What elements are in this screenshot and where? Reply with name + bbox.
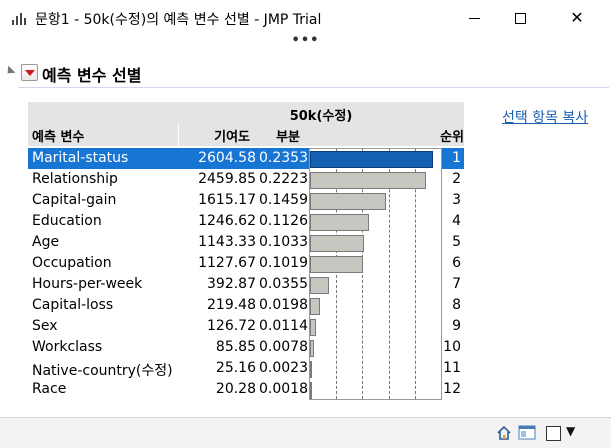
cell-predictor: Marital-status: [32, 150, 129, 166]
cell-predictor: Occupation: [32, 255, 112, 271]
cell-contribution: 1615.17: [198, 192, 256, 208]
cell-predictor: Race: [32, 381, 67, 397]
portion-bar: [310, 193, 386, 210]
cell-portion: 0.2223: [259, 171, 308, 187]
report-area: 예측 변수 선별 선택 항목 복사 50k(수정) 예측 변수 기여도 부분 순…: [0, 51, 611, 417]
minimize-icon: [468, 17, 480, 19]
copy-selected-link[interactable]: 선택 항목 복사: [502, 107, 588, 127]
portion-bar: [310, 298, 320, 315]
cell-contribution: 2459.85: [198, 171, 256, 187]
red-triangle-menu-icon[interactable]: [21, 64, 38, 81]
cell-portion: 0.0114: [259, 318, 308, 334]
portion-bar: [310, 214, 369, 231]
maximize-button[interactable]: [497, 0, 543, 36]
cell-contribution: 392.87: [207, 276, 256, 292]
toolbar-toggle-dots[interactable]: •••: [0, 34, 611, 50]
response-header: 50k(수정): [289, 109, 353, 124]
column-header-rank[interactable]: 순위: [438, 126, 464, 145]
cell-contribution: 219.48: [207, 297, 256, 313]
status-bar: ▼: [0, 417, 611, 448]
portion-bar: [310, 256, 363, 273]
portion-bar: [310, 172, 426, 189]
portion-bar: [310, 340, 314, 357]
cell-predictor: Workclass: [32, 339, 103, 355]
cell-contribution: 85.85: [215, 339, 256, 355]
cell-contribution: 25.16: [215, 360, 256, 376]
column-header-portion[interactable]: 부분: [258, 126, 308, 145]
window-state-checkbox[interactable]: [546, 426, 561, 441]
maximize-icon: [514, 12, 526, 24]
minimize-button[interactable]: [451, 0, 497, 36]
cell-portion: 0.0198: [259, 297, 308, 313]
cell-predictor: Sex: [32, 318, 58, 334]
portion-bar-chart: [309, 148, 442, 400]
cell-contribution: 1246.62: [198, 213, 256, 229]
cell-portion: 0.2353: [259, 150, 308, 166]
portion-bar: [310, 277, 329, 294]
home-icon[interactable]: [496, 425, 512, 441]
cell-portion: 0.1459: [259, 192, 308, 208]
title-bar: 문항1 - 50k(수정)의 예측 변수 선별 - JMP Trial ✕: [0, 0, 611, 36]
jmp-app-icon: [11, 11, 27, 25]
column-header-predictor[interactable]: 예측 변수: [32, 126, 84, 145]
cell-contribution: 2604.58: [198, 150, 256, 166]
portion-bar: [310, 151, 433, 168]
close-icon: ✕: [570, 8, 584, 27]
portion-bar: [310, 361, 312, 378]
close-button[interactable]: ✕: [554, 0, 600, 36]
cell-portion: 0.1126: [259, 213, 308, 229]
cell-portion: 0.1019: [259, 255, 308, 271]
outline-title: 예측 변수 선별: [42, 66, 142, 85]
cell-contribution: 126.72: [207, 318, 256, 334]
portion-bar: [310, 382, 312, 399]
cell-predictor: Native-country(수정): [32, 363, 173, 379]
outline-divider: [18, 87, 609, 88]
cell-predictor: Hours-per-week: [32, 276, 143, 292]
cell-predictor: Education: [32, 213, 102, 229]
dropdown-arrow-icon[interactable]: ▼: [566, 424, 575, 438]
disclosure-triangle-icon[interactable]: [4, 65, 16, 77]
cell-contribution: 1143.33: [198, 234, 256, 250]
cell-predictor: Relationship: [32, 171, 118, 187]
portion-bar: [310, 319, 316, 336]
cell-contribution: 1127.67: [198, 255, 256, 271]
cell-portion: 0.1033: [259, 234, 308, 250]
cell-portion: 0.0078: [259, 339, 308, 355]
cell-portion: 0.0018: [259, 381, 308, 397]
cell-predictor: Age: [32, 234, 60, 250]
window-title: 문항1 - 50k(수정)의 예측 변수 선별 - JMP Trial: [35, 12, 322, 28]
cell-contribution: 20.28: [215, 381, 256, 397]
outline-header: 예측 변수 선별: [0, 58, 611, 88]
cell-portion: 0.0023: [259, 360, 308, 376]
cell-portion: 0.0355: [259, 276, 308, 292]
cell-predictor: Capital-gain: [32, 192, 117, 208]
window-layout-icon[interactable]: [518, 425, 536, 441]
cell-predictor: Capital-loss: [32, 297, 114, 313]
portion-bar: [310, 235, 364, 252]
column-header-contribution[interactable]: 기여도: [178, 126, 258, 145]
